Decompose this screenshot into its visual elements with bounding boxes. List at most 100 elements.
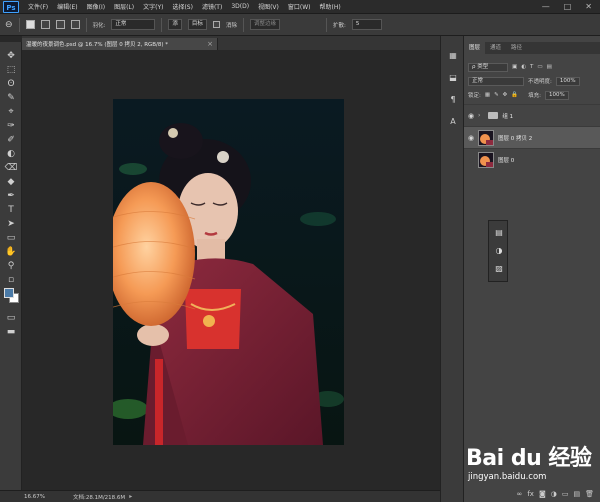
layer-row-base[interactable]: ◉ 图层 0 bbox=[464, 148, 600, 170]
layer-name: 图层 0 bbox=[498, 157, 515, 164]
paragraph-panel-icon[interactable]: ¶ bbox=[447, 94, 459, 106]
filter-smart-icon[interactable]: ▤ bbox=[547, 64, 552, 70]
healing-brush-tool-icon[interactable]: ✐ bbox=[4, 134, 18, 146]
tab-layers[interactable]: 图层 bbox=[464, 42, 486, 54]
status-menu-arrow-icon[interactable]: ▸ bbox=[129, 493, 132, 500]
refine-edge-button[interactable]: 调整边缘 bbox=[249, 19, 280, 30]
type-tool-icon[interactable]: T bbox=[4, 204, 18, 216]
properties-panel-icon[interactable]: ⬓ bbox=[447, 72, 459, 84]
menu-type[interactable]: 文字(Y) bbox=[143, 2, 163, 11]
crop-tool-icon[interactable]: ⌖ bbox=[4, 106, 18, 118]
tools-panel: ✥ ⬚ ʘ ✎ ⌖ ✑ ✐ ◐ ⌫ ◆ ✒ T ➤ ▭ ✋ ⚲ ▫ ▭ ▬ bbox=[0, 42, 22, 490]
visibility-off-icon[interactable]: ◉ bbox=[464, 156, 478, 164]
antialias-checkbox[interactable] bbox=[212, 21, 220, 28]
lock-label: 锁定: bbox=[468, 93, 481, 99]
adjustments-icon[interactable]: ◑ bbox=[493, 245, 505, 257]
visibility-eye-icon[interactable]: ◉ bbox=[464, 134, 478, 142]
filter-pixel-icon[interactable]: ▣ bbox=[512, 64, 517, 70]
tab-paths[interactable]: 路径 bbox=[506, 42, 527, 54]
menu-3d[interactable]: 3D(D) bbox=[231, 3, 249, 10]
lock-image-icon[interactable]: ✎ bbox=[494, 92, 499, 98]
rectangle-tool-icon[interactable]: ▭ bbox=[4, 232, 18, 244]
mode-select[interactable]: 正常 bbox=[111, 19, 156, 30]
character-panel-icon[interactable]: A bbox=[447, 116, 459, 128]
document-tab[interactable]: 温暖的夜景调色.psd @ 16.7% (图层 0 拷贝 2, RGB/8) *… bbox=[22, 38, 218, 50]
tool-preset-icon[interactable]: ⊖ bbox=[5, 20, 13, 30]
menu-file[interactable]: 文件(F) bbox=[28, 2, 48, 11]
blend-row: 正常 不透明度: 100% bbox=[468, 76, 596, 86]
hand-tool-icon[interactable]: ✋ bbox=[4, 246, 18, 258]
divider bbox=[161, 17, 163, 32]
new-selection-icon[interactable] bbox=[25, 20, 35, 29]
filter-shape-icon[interactable]: ▭ bbox=[537, 64, 542, 70]
opacity-input[interactable]: 100% bbox=[555, 76, 580, 86]
target-button[interactable]: 目标 bbox=[187, 19, 207, 30]
eyedropper-tool-icon[interactable]: ✑ bbox=[4, 120, 18, 132]
layer-thumbnail bbox=[478, 129, 494, 146]
expand-arrow-icon[interactable]: › bbox=[478, 112, 480, 119]
filter-type-icon[interactable]: T bbox=[530, 64, 533, 70]
layer-filter-select[interactable]: ρ 类型 bbox=[468, 62, 508, 72]
history-panel-icon[interactable]: ▦ bbox=[447, 50, 459, 62]
menu-help[interactable]: 帮助(H) bbox=[320, 2, 341, 11]
eraser-tool-icon[interactable]: ⌫ bbox=[4, 162, 18, 174]
menu-select[interactable]: 选择(S) bbox=[172, 2, 193, 11]
quick-mask-icon[interactable]: ▫ bbox=[4, 274, 18, 286]
dodge-tool-icon[interactable]: ◆ bbox=[4, 176, 18, 188]
baidu-watermark: Bai du 经验 jingyan.baidu.com bbox=[462, 436, 598, 498]
levels-icon[interactable]: ▤ bbox=[493, 227, 505, 239]
antialias-label: 消除 bbox=[225, 22, 237, 29]
layer-name: 图层 0 拷贝 2 bbox=[498, 135, 533, 142]
divider bbox=[242, 17, 244, 32]
tab-channels[interactable]: 通道 bbox=[485, 42, 506, 54]
visibility-eye-icon[interactable]: ◉ bbox=[464, 112, 478, 120]
spread-input[interactable]: 5 bbox=[351, 19, 382, 30]
lock-transparent-icon[interactable]: ▦ bbox=[485, 92, 490, 98]
menu-edit[interactable]: 编辑(E) bbox=[57, 2, 77, 11]
photoshop-logo: Ps bbox=[3, 0, 19, 13]
layer-row-copy2[interactable]: ◉ 图层 0 拷贝 2 bbox=[464, 126, 600, 148]
close-window-button[interactable]: ✕ bbox=[585, 2, 592, 11]
menu-image[interactable]: 图像(I) bbox=[87, 2, 105, 11]
marquee-tool-icon[interactable]: ⬚ bbox=[4, 64, 18, 76]
clone-stamp-tool-icon[interactable]: ◐ bbox=[4, 148, 18, 160]
close-tab-icon[interactable]: × bbox=[207, 40, 213, 48]
maximize-button[interactable]: □ bbox=[564, 2, 572, 11]
menu-view[interactable]: 视图(V) bbox=[258, 2, 279, 11]
divider bbox=[85, 17, 87, 32]
zoom-tool-icon[interactable]: ⚲ bbox=[4, 260, 18, 272]
lock-position-icon[interactable]: ✥ bbox=[503, 92, 508, 98]
zoom-level[interactable]: 16.67% bbox=[24, 494, 45, 500]
lock-all-icon[interactable]: 🔒 bbox=[511, 92, 518, 98]
add-button[interactable]: 添 bbox=[168, 19, 182, 30]
filter-adjust-icon[interactable]: ◐ bbox=[521, 64, 526, 70]
menu-filter[interactable]: 滤镜(T) bbox=[202, 2, 222, 11]
folder-icon bbox=[488, 112, 499, 119]
edit-toolbar-icon[interactable]: ▬ bbox=[4, 326, 18, 338]
lasso-tool-icon[interactable]: ʘ bbox=[4, 78, 18, 90]
move-tool-icon[interactable]: ✥ bbox=[4, 50, 18, 62]
layer-thumbnail bbox=[478, 151, 494, 168]
blend-mode-select[interactable]: 正常 bbox=[468, 76, 524, 86]
layer-row-group[interactable]: ◉ › 组 1 bbox=[464, 104, 600, 126]
screen-mode-icon[interactable]: ▭ bbox=[4, 312, 18, 324]
menu-bar: Ps 文件(F) 编辑(E) 图像(I) 图层(L) 文字(Y) 选择(S) 滤… bbox=[0, 0, 600, 14]
path-select-tool-icon[interactable]: ➤ bbox=[4, 218, 18, 230]
minimize-button[interactable]: — bbox=[542, 2, 550, 11]
quick-select-tool-icon[interactable]: ✎ bbox=[4, 92, 18, 104]
opacity-label: 不透明度: bbox=[528, 79, 552, 85]
styles-icon[interactable]: ▨ bbox=[493, 263, 505, 275]
lock-row: 锁定: ▦ ✎ ✥ 🔒 填充: 100% bbox=[468, 90, 596, 100]
layers-panel: 图层 通道 路径 ρ 类型 ▣ ◐ T ▭ ▤ 正常 不透明度: 100% 锁定… bbox=[464, 36, 600, 502]
menu-window[interactable]: 窗口(W) bbox=[288, 2, 311, 11]
add-selection-icon[interactable] bbox=[40, 20, 50, 29]
fill-input[interactable]: 100% bbox=[545, 90, 569, 100]
subtract-selection-icon[interactable] bbox=[55, 20, 65, 29]
layer-filter-row: ρ 类型 ▣ ◐ T ▭ ▤ bbox=[468, 62, 596, 72]
intersect-selection-icon[interactable] bbox=[70, 20, 80, 29]
pen-tool-icon[interactable]: ✒ bbox=[4, 190, 18, 202]
layer-name: 组 1 bbox=[502, 113, 514, 120]
foreground-color-swatch[interactable] bbox=[4, 288, 14, 298]
menu-layer[interactable]: 图层(L) bbox=[114, 2, 134, 11]
document-image[interactable] bbox=[113, 99, 344, 445]
